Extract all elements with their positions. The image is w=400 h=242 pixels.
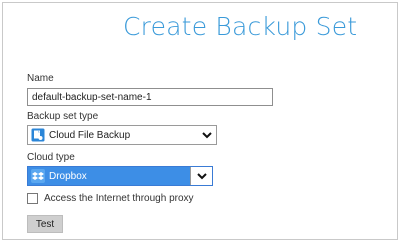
backup-set-type-label: Backup set type	[27, 111, 99, 122]
cloud-type-value: Dropbox	[49, 170, 87, 182]
backup-set-type-select[interactable]: Cloud File Backup	[27, 125, 217, 145]
proxy-label: Access the Internet through proxy	[44, 193, 194, 204]
cloud-type-select[interactable]: Dropbox	[27, 166, 213, 186]
create-backup-set-panel: Create Backup Set Name Backup set type C…	[2, 2, 398, 240]
test-button[interactable]: Test	[27, 215, 63, 233]
name-input[interactable]	[27, 88, 273, 106]
cloud-file-backup-icon	[31, 128, 45, 142]
page-title: Create Backup Set	[123, 12, 358, 41]
proxy-checkbox[interactable]	[27, 193, 38, 204]
chevron-down-icon[interactable]	[190, 167, 212, 185]
name-label: Name	[27, 73, 54, 84]
chevron-down-icon[interactable]	[198, 126, 216, 144]
cloud-type-label: Cloud type	[27, 152, 75, 163]
cloud-type-selected-option[interactable]: Dropbox	[28, 167, 190, 185]
dropbox-icon	[31, 169, 45, 183]
proxy-option[interactable]: Access the Internet through proxy	[27, 193, 194, 204]
backup-set-type-value: Cloud File Backup	[49, 129, 131, 141]
